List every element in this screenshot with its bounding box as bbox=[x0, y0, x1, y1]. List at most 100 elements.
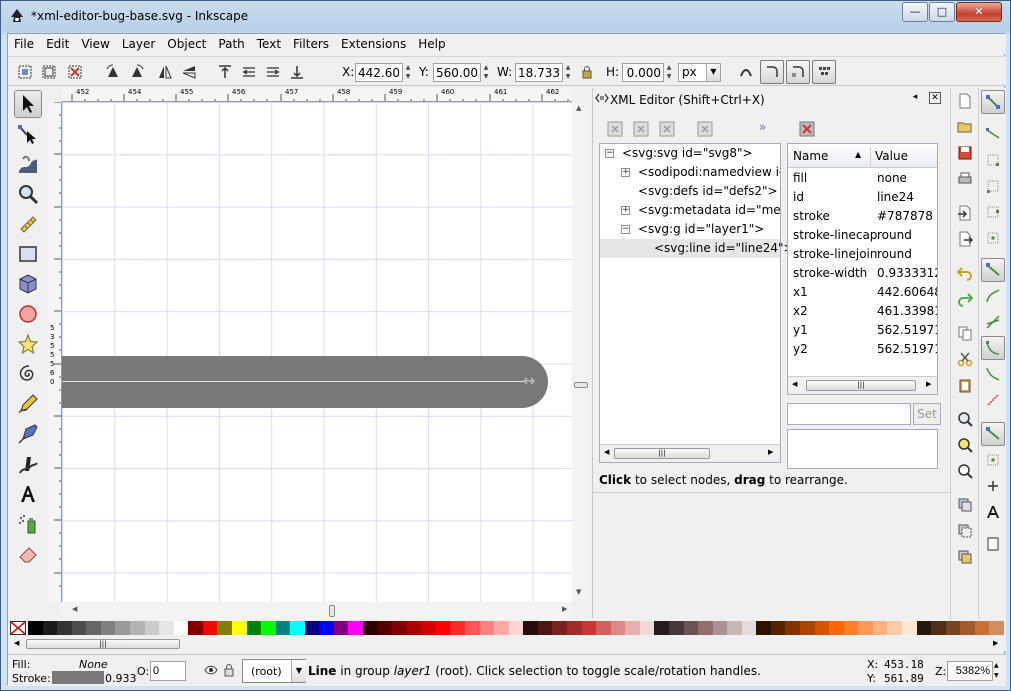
color-swatch[interactable] bbox=[552, 621, 568, 635]
scroll-left-icon[interactable]: ◀ bbox=[14, 639, 19, 647]
delete-attribute-button[interactable] bbox=[799, 121, 815, 137]
set-attribute-button[interactable]: Set bbox=[913, 403, 941, 425]
color-swatch[interactable] bbox=[916, 621, 932, 635]
save-button[interactable] bbox=[954, 142, 976, 164]
color-swatch[interactable] bbox=[319, 621, 335, 635]
header-divider[interactable] bbox=[870, 146, 871, 166]
snap-cusp-nodes-toggle[interactable] bbox=[981, 336, 1005, 360]
panel-close-icon[interactable]: ✕ bbox=[929, 92, 941, 104]
color-swatch[interactable] bbox=[639, 621, 655, 635]
color-swatch[interactable] bbox=[129, 621, 146, 635]
toolbar-overflow-chevron-icon[interactable]: » bbox=[759, 120, 766, 134]
export-button[interactable] bbox=[954, 228, 976, 250]
menu-text[interactable]: Text bbox=[251, 34, 287, 52]
tree-node[interactable]: + <svg:metadata id="metada bbox=[600, 201, 780, 220]
tree-node-selected[interactable]: <svg:line id="line24"> bbox=[600, 239, 794, 258]
tree-expander-icon[interactable]: + bbox=[621, 168, 630, 177]
new-element-node-button[interactable] bbox=[607, 121, 623, 137]
vertical-scroll-thumb[interactable] bbox=[574, 382, 588, 388]
panel-collapse-icon[interactable]: ◂ bbox=[909, 92, 921, 104]
rectangle-tool[interactable] bbox=[14, 240, 42, 268]
attribute-row[interactable]: fill none bbox=[788, 169, 937, 188]
menu-help[interactable]: Help bbox=[412, 34, 451, 52]
color-swatch[interactable] bbox=[625, 621, 641, 635]
snap-bbox-centers-toggle[interactable] bbox=[981, 226, 1005, 250]
tree-expander-icon[interactable]: − bbox=[621, 225, 630, 234]
title-bar[interactable]: *xml-editor-bug-base.svg - Inkscape — □ … bbox=[1, 1, 1010, 33]
color-swatch[interactable] bbox=[960, 621, 976, 635]
snap-nodes-toggle[interactable] bbox=[981, 258, 1005, 282]
color-swatch[interactable] bbox=[57, 621, 73, 635]
stroke-width-value[interactable]: 0.933 bbox=[105, 672, 137, 685]
vertical-ruler[interactable]: 5 3 5 5 5 6 0 bbox=[48, 102, 62, 602]
star-tool[interactable] bbox=[14, 330, 42, 358]
color-swatch[interactable] bbox=[523, 621, 539, 635]
scroll-right-icon[interactable]: ▶ bbox=[926, 380, 931, 388]
snap-enable-toggle[interactable] bbox=[981, 90, 1005, 114]
color-swatch[interactable] bbox=[785, 621, 801, 635]
transform-patterns-toggle[interactable] bbox=[812, 60, 836, 84]
maximize-button[interactable]: □ bbox=[929, 2, 955, 22]
undo-button[interactable] bbox=[954, 262, 976, 284]
menu-layer[interactable]: Layer bbox=[116, 34, 161, 52]
color-swatch[interactable] bbox=[581, 621, 597, 635]
zoom-selection-button[interactable] bbox=[954, 408, 976, 430]
menu-object[interactable]: Object bbox=[161, 34, 212, 52]
color-swatch[interactable] bbox=[304, 621, 320, 635]
attribute-row[interactable]: stroke-linejoin round bbox=[788, 245, 937, 264]
w-input[interactable] bbox=[515, 63, 563, 82]
measure-tool[interactable] bbox=[14, 210, 42, 238]
y-input[interactable] bbox=[433, 63, 481, 82]
color-swatch[interactable] bbox=[683, 621, 699, 635]
snap-text-baseline-toggle[interactable] bbox=[981, 500, 1005, 524]
lower-button[interactable] bbox=[262, 61, 284, 83]
attribute-row[interactable]: id line24 bbox=[788, 188, 937, 207]
transform-gradients-toggle[interactable] bbox=[786, 60, 810, 84]
scroll-right-icon[interactable]: ▶ bbox=[993, 639, 998, 647]
attribute-row[interactable]: x2 461.33981 bbox=[788, 302, 937, 321]
color-swatch[interactable] bbox=[931, 621, 947, 635]
color-swatch[interactable] bbox=[246, 621, 262, 635]
color-swatch[interactable] bbox=[202, 621, 218, 635]
color-swatch[interactable] bbox=[537, 621, 553, 635]
tweak-tool[interactable] bbox=[14, 150, 42, 178]
color-swatch[interactable] bbox=[465, 621, 481, 635]
selected-line-shape[interactable] bbox=[62, 356, 548, 408]
w-spinner[interactable]: ▲ ▼ bbox=[564, 63, 572, 82]
text-tool[interactable] bbox=[14, 480, 42, 508]
redo-button[interactable] bbox=[954, 288, 976, 310]
color-swatch[interactable] bbox=[217, 621, 233, 635]
ellipse-tool[interactable] bbox=[14, 300, 42, 328]
cut-button[interactable] bbox=[954, 348, 976, 370]
opacity-input[interactable] bbox=[150, 661, 186, 681]
color-swatch[interactable] bbox=[100, 621, 116, 635]
snap-bbox-toggle[interactable] bbox=[981, 122, 1005, 146]
snap-others-toggle[interactable] bbox=[981, 422, 1005, 446]
attr-horizontal-scrollbar[interactable]: ◀ ||| ▶ bbox=[788, 376, 937, 394]
selector-tool[interactable] bbox=[14, 90, 42, 118]
color-swatch[interactable] bbox=[435, 621, 451, 635]
attribute-row[interactable]: x1 442.60648 bbox=[788, 283, 937, 302]
color-swatch[interactable] bbox=[698, 621, 714, 635]
raise-to-top-button[interactable] bbox=[214, 61, 236, 83]
h-spinner[interactable]: ▲ ▼ bbox=[665, 63, 673, 82]
color-swatch[interactable] bbox=[668, 621, 685, 635]
flip-horizontal-button[interactable] bbox=[154, 61, 176, 83]
zoom-spinner[interactable]: ▲ ▼ bbox=[994, 661, 1002, 681]
snap-paths-toggle[interactable] bbox=[981, 284, 1005, 308]
color-swatch[interactable] bbox=[741, 621, 757, 635]
attribute-row[interactable]: stroke #787878 bbox=[788, 207, 937, 226]
color-swatch[interactable] bbox=[945, 621, 961, 635]
select-all-button[interactable] bbox=[14, 61, 36, 83]
color-swatch[interactable] bbox=[989, 621, 1005, 635]
menu-extensions[interactable]: Extensions bbox=[335, 34, 412, 52]
color-swatch[interactable] bbox=[406, 621, 422, 635]
snap-bbox-corners-toggle[interactable] bbox=[981, 174, 1005, 198]
color-swatch[interactable] bbox=[770, 621, 786, 635]
spiral-tool[interactable] bbox=[14, 360, 42, 388]
y-spinner[interactable]: ▲ ▼ bbox=[482, 63, 490, 82]
unit-select[interactable]: px ▼ bbox=[678, 63, 721, 82]
scroll-right-icon[interactable]: ▶ bbox=[562, 605, 567, 613]
node-tool[interactable] bbox=[14, 120, 42, 148]
color-swatch[interactable] bbox=[727, 621, 743, 635]
